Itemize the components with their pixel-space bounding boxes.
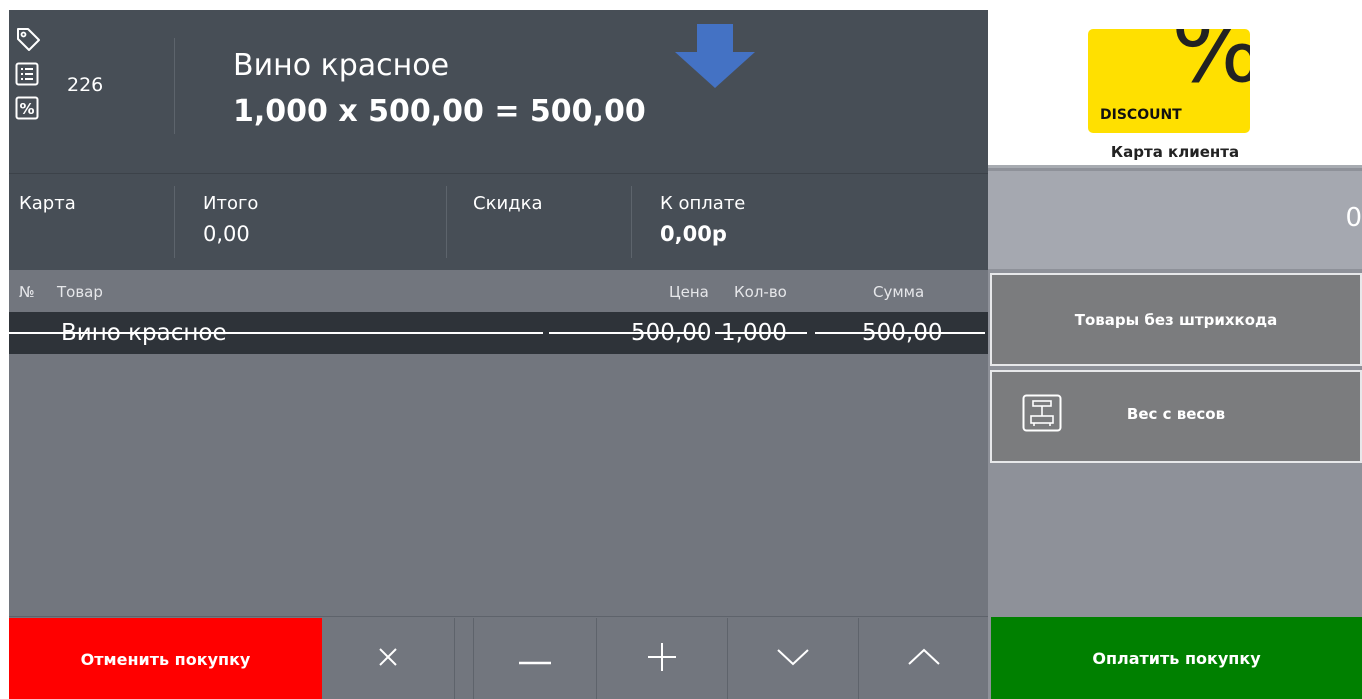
receipt-panel: % 226 Вино красное 1,000 x 500,00 = 500,… [9, 10, 988, 699]
delete-button[interactable] [322, 618, 454, 699]
strike-line [715, 332, 807, 334]
table-row[interactable]: Вино красное 500,00 1,000 500,00 [9, 312, 988, 354]
total-label: Итого [203, 193, 259, 214]
scale-button-label: Вес с весов [1126, 405, 1226, 423]
divider [174, 186, 175, 258]
discount-label: Скидка [473, 193, 543, 214]
amount-display: 0 [988, 171, 1362, 269]
close-icon [377, 646, 399, 672]
topay-value: 0,00р [660, 222, 727, 246]
divider [454, 618, 455, 699]
receipt-counter: 226 [67, 74, 104, 96]
col-number: № [19, 283, 35, 301]
total-value: 0,00 [203, 222, 250, 246]
chevron-down-icon [777, 648, 809, 670]
client-card-button[interactable]: % DISCOUNT Карта клиента [988, 10, 1362, 168]
topay-label: К оплате [660, 193, 746, 214]
table-header: № Товар Цена Кол-во Сумма [9, 270, 988, 312]
scroll-up-button[interactable] [859, 618, 988, 699]
current-product-name: Вино красное [233, 48, 450, 83]
strike-line [815, 332, 985, 334]
discount-card-image: % DISCOUNT [1088, 29, 1250, 133]
discount-card-word: DISCOUNT [1100, 107, 1182, 123]
percent-icon[interactable]: % [15, 96, 45, 124]
tag-icon[interactable] [15, 26, 45, 56]
decrease-button[interactable] [474, 618, 596, 699]
client-card-caption: Карта клиента [1110, 143, 1240, 161]
divider [446, 186, 447, 258]
pay-purchase-button[interactable]: Оплатить покупку [991, 617, 1362, 699]
current-product-calc: 1,000 x 500,00 = 500,00 [233, 94, 646, 129]
col-product: Товар [57, 283, 103, 301]
card-cell: Карта [19, 174, 169, 271]
totals-bar: Карта Итого 0,00 Скидка К оплате 0,00р [9, 173, 988, 270]
strike-line [549, 332, 705, 334]
topay-cell: К оплате 0,00р [660, 174, 860, 271]
arrow-down-icon [673, 24, 757, 94]
card-label: Карта [19, 193, 76, 214]
total-cell: Итого 0,00 [203, 174, 443, 271]
divider [174, 38, 175, 134]
increase-button[interactable] [597, 618, 727, 699]
svg-text:%: % [19, 100, 34, 118]
strike-line [9, 332, 543, 334]
side-panel: % DISCOUNT Карта клиента 0 Товары без шт… [988, 10, 1362, 699]
amount-value: 0 [1345, 203, 1362, 233]
header-icons: % [15, 26, 45, 130]
chevron-up-icon [907, 648, 940, 670]
percent-symbol: % [1171, 29, 1250, 97]
divider [631, 186, 632, 258]
scroll-down-button[interactable] [728, 618, 858, 699]
list-icon[interactable] [15, 62, 45, 90]
no-barcode-goods-button[interactable]: Товары без штрихкода [990, 273, 1362, 366]
discount-cell: Скидка [473, 174, 623, 271]
current-item-header: % 226 Вино красное 1,000 x 500,00 = 500,… [9, 10, 988, 173]
bottom-toolbar: Отменить покупку [9, 616, 988, 699]
col-qty: Кол-во [734, 283, 787, 301]
cancel-purchase-button[interactable]: Отменить покупку [9, 618, 322, 699]
col-price: Цена [669, 283, 709, 301]
weight-from-scale-button[interactable]: Вес с весов [990, 370, 1362, 463]
plus-icon [648, 643, 676, 675]
minus-icon [519, 650, 551, 669]
col-sum: Сумма [873, 283, 925, 301]
